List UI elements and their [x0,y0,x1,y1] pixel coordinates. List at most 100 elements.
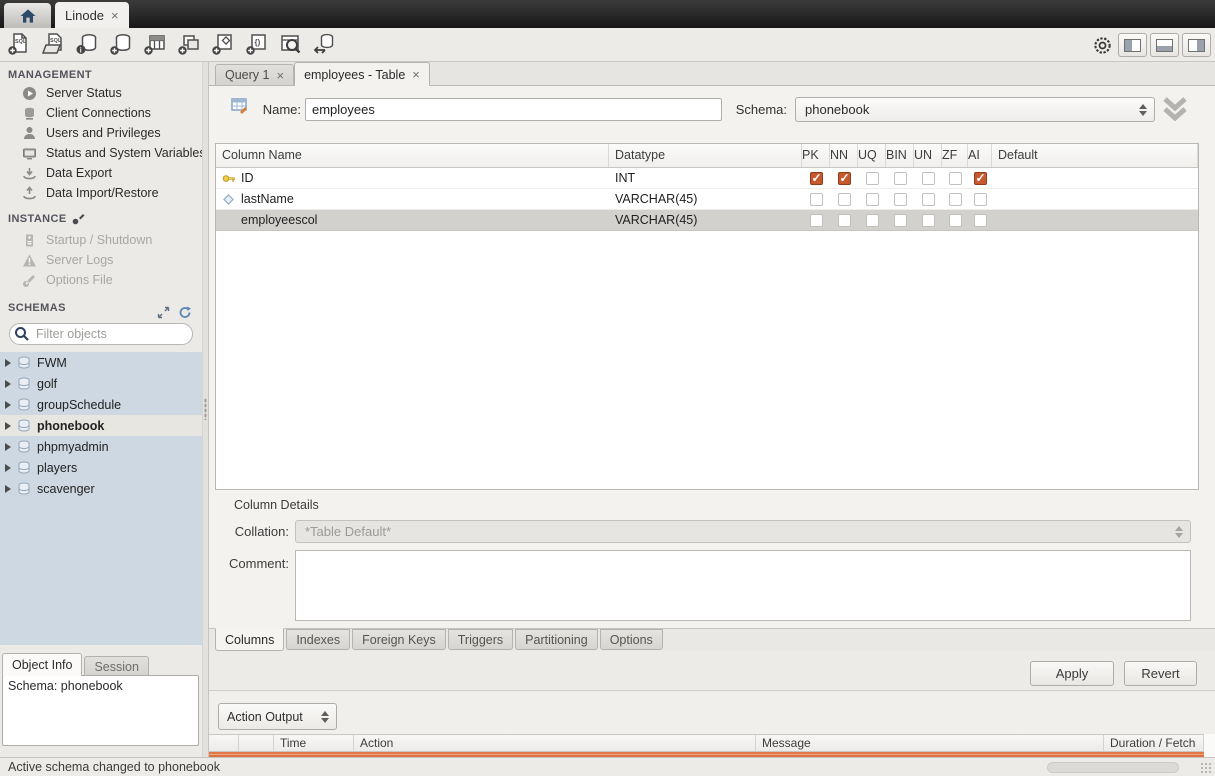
zf-checkbox[interactable] [949,172,962,185]
sidebar-item-data-export[interactable]: Data Export [0,163,202,183]
schema-item-scavenger[interactable]: scavenger [0,478,202,499]
ai-checkbox[interactable] [974,172,987,185]
expand-icon[interactable] [157,306,170,319]
nn-checkbox[interactable] [838,193,851,206]
chevron-right-icon[interactable] [5,380,11,388]
sidebar-splitter[interactable] [202,62,209,757]
refresh-icon[interactable] [178,306,192,319]
tab-options[interactable]: Options [600,629,663,650]
editor-tabbar: Query 1 × employees - Table × [209,62,1215,86]
create-view-icon[interactable] [177,32,201,56]
warning-icon [22,253,37,268]
sidebar-item-server-status[interactable]: Server Status [0,83,202,103]
pk-checkbox[interactable] [810,172,823,185]
sidebar-item-data-import[interactable]: Data Import/Restore [0,183,202,203]
output-col-blank [209,735,239,751]
close-icon[interactable]: × [412,67,420,82]
output-type-dropdown[interactable]: Action Output [218,703,337,730]
schema-item-groupschedule[interactable]: groupSchedule [0,394,202,415]
schema-item-players[interactable]: players [0,457,202,478]
sidebar-item-users-privileges[interactable]: Users and Privileges [0,123,202,143]
bin-checkbox[interactable] [894,172,907,185]
schema-item-phonebook[interactable]: phonebook [0,415,202,436]
un-checkbox[interactable] [922,193,935,206]
schema-item-fwm[interactable]: FWM [0,352,202,373]
tab-triggers[interactable]: Triggers [448,629,513,650]
tab-session[interactable]: Session [84,656,148,676]
bin-checkbox[interactable] [894,193,907,206]
users-icon [22,126,37,141]
tab-columns[interactable]: Columns [215,628,284,651]
ai-checkbox[interactable] [974,214,987,227]
schema-item-phpmyadmin[interactable]: phpmyadmin [0,436,202,457]
pk-checkbox[interactable] [810,193,823,206]
sidebar-item-system-variables[interactable]: Status and System Variables [0,143,202,163]
chevron-right-icon[interactable] [5,485,11,493]
sidebar-item-options-file[interactable]: Options File [0,270,202,290]
tab-indexes[interactable]: Indexes [286,629,350,650]
toggle-left-panel-button[interactable] [1118,33,1147,57]
name-label: Name: [237,102,301,117]
table-name-input[interactable] [305,98,722,121]
collation-label: Collation: [219,524,289,539]
create-schema-icon[interactable] [109,32,133,56]
collation-dropdown[interactable]: *Table Default* [295,520,1191,543]
chevron-right-icon[interactable] [5,359,11,367]
sidebar-item-startup-shutdown[interactable]: Startup / Shutdown [0,230,202,250]
close-icon[interactable]: × [276,68,284,83]
horizontal-scrollbar-thumb[interactable] [1047,762,1179,773]
apply-button[interactable]: Apply [1030,661,1114,686]
collapse-header-chevrons-icon[interactable] [1159,95,1191,123]
tab-foreign-keys[interactable]: Foreign Keys [352,629,446,650]
nn-checkbox[interactable] [838,214,851,227]
chevron-right-icon[interactable] [5,464,11,472]
close-icon[interactable]: × [111,8,119,23]
tab-query-1[interactable]: Query 1 × [215,64,294,85]
uq-checkbox[interactable] [866,214,879,227]
create-function-icon[interactable]: {) [245,32,269,56]
column-row-employeescol[interactable]: employeescol VARCHAR(45) [216,210,1198,231]
column-row-id[interactable]: ID INT [216,168,1198,189]
tab-object-info[interactable]: Object Info [2,653,82,676]
stepper-arrows-icon[interactable] [318,706,332,727]
comment-label: Comment: [219,556,289,571]
schema-inspector-icon[interactable]: i [75,32,99,56]
ai-checkbox[interactable] [974,193,987,206]
un-checkbox[interactable] [922,214,935,227]
tab-partitioning[interactable]: Partitioning [515,629,598,650]
uq-checkbox[interactable] [866,172,879,185]
chevron-right-icon[interactable] [5,422,11,430]
open-sql-script-icon[interactable]: SQL [41,32,65,56]
uq-checkbox[interactable] [866,193,879,206]
create-table-icon[interactable] [143,32,167,56]
splitter-grip[interactable] [204,398,207,420]
zf-checkbox[interactable] [949,193,962,206]
bin-checkbox[interactable] [894,214,907,227]
filter-objects-input[interactable] [9,323,193,345]
reconnect-dbms-icon[interactable] [313,32,337,56]
tab-employees-table[interactable]: employees - Table × [294,62,430,86]
un-checkbox[interactable] [922,172,935,185]
chevron-right-icon[interactable] [5,401,11,409]
search-table-data-icon[interactable] [279,32,303,56]
create-routine-icon[interactable] [211,32,235,56]
schema-item-golf[interactable]: golf [0,373,202,394]
sidebar-item-server-logs[interactable]: Server Logs [0,250,202,270]
stepper-arrows-icon[interactable] [1136,100,1150,119]
new-sql-tab-icon[interactable]: SQL [7,32,31,56]
column-row-lastname[interactable]: lastName VARCHAR(45) [216,189,1198,210]
toggle-bottom-panel-button[interactable] [1150,33,1179,57]
toggle-right-panel-button[interactable] [1182,33,1211,57]
revert-button[interactable]: Revert [1124,661,1197,686]
pk-checkbox[interactable] [810,214,823,227]
home-tab[interactable] [4,3,51,28]
chevron-right-icon[interactable] [5,443,11,451]
primary-key-icon [222,172,235,185]
connection-tab[interactable]: Linode × [55,2,129,28]
schema-dropdown[interactable]: phonebook [795,97,1155,122]
zf-checkbox[interactable] [949,214,962,227]
comment-textarea[interactable] [295,550,1191,621]
sidebar-item-client-connections[interactable]: Client Connections [0,103,202,123]
nn-checkbox[interactable] [838,172,851,185]
window-resize-grip[interactable] [1200,762,1213,775]
